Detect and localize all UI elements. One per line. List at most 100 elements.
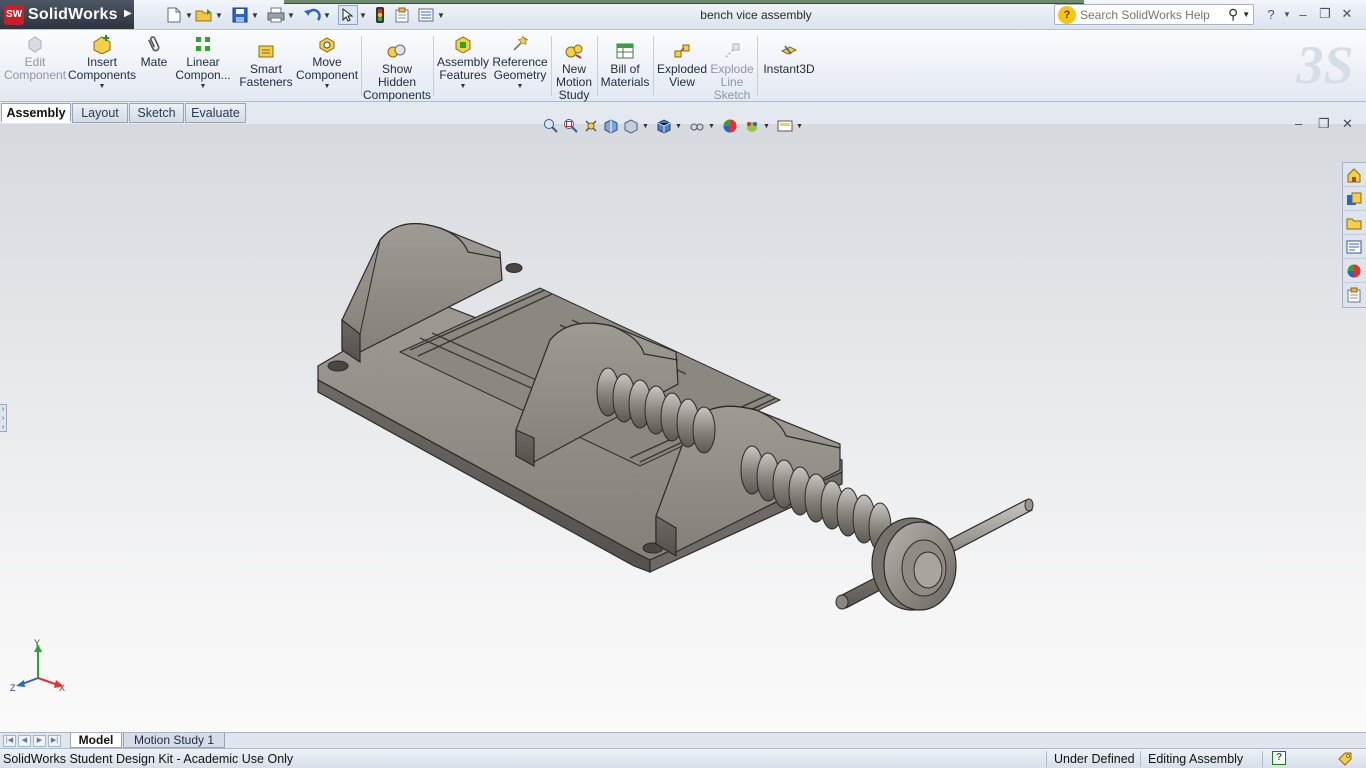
exploded-view-button[interactable]: Exploded View	[656, 34, 708, 89]
instant3d-icon	[779, 41, 799, 61]
file-properties-icon[interactable]	[392, 5, 412, 25]
print-icon[interactable]	[266, 5, 286, 25]
view-settings-dropdown-icon[interactable]: ▼	[795, 123, 804, 130]
new-motion-study-button[interactable]: New Motion Study	[554, 34, 594, 102]
edit-component-button[interactable]: Edit Component	[4, 34, 66, 82]
move-component-dropdown-icon[interactable]: ▼	[324, 83, 331, 90]
restore-icon[interactable]: ❐	[1314, 6, 1336, 22]
zoom-to-area-icon[interactable]	[561, 116, 581, 136]
appearances-scenes-icon[interactable]	[1343, 259, 1365, 283]
help-menu-icon[interactable]: ?	[1260, 7, 1282, 22]
scroll-first-tab-icon[interactable]: |◀	[3, 735, 16, 747]
options-icon[interactable]	[416, 5, 436, 25]
bill-of-materials-button[interactable]: Bill of Materials	[600, 34, 650, 89]
save-icon[interactable]	[230, 5, 250, 25]
viewport-minimize-icon[interactable]: –	[1295, 116, 1302, 131]
options-dropdown-icon[interactable]: ▼	[436, 11, 446, 20]
file-explorer-icon[interactable]	[1343, 211, 1365, 235]
apply-scene-dropdown-icon[interactable]: ▼	[762, 123, 771, 130]
move-component-button[interactable]: Move Component ▼	[296, 34, 358, 90]
smart-fasteners-button[interactable]: Smart Fasteners	[238, 34, 294, 89]
save-dropdown-icon[interactable]: ▼	[250, 11, 260, 20]
insert-components-button[interactable]: Insert Components ▼	[67, 34, 137, 90]
graphics-area[interactable]: ▼ ▼ ▼ ▼ ▼ – ❐ ✕ › › › Y X Z	[0, 116, 1366, 732]
display-style-icon[interactable]	[654, 116, 674, 136]
tab-sketch[interactable]: Sketch	[129, 103, 184, 123]
explode-line-sketch-button[interactable]: Explode Line Sketch	[710, 34, 754, 102]
tab-evaluate[interactable]: Evaluate	[185, 103, 246, 123]
hide-show-dropdown-icon[interactable]: ▼	[707, 123, 716, 130]
scroll-last-tab-icon[interactable]: ▶|	[48, 735, 61, 747]
insert-components-dropdown-icon[interactable]: ▼	[99, 83, 106, 90]
reference-geometry-button[interactable]: Reference Geometry ▼	[492, 34, 548, 90]
print-dropdown-icon[interactable]: ▼	[286, 11, 296, 20]
display-style-dropdown-icon[interactable]: ▼	[674, 123, 683, 130]
model-tabs-bar: |◀ ◀ ▶ ▶| Model Motion Study 1	[0, 732, 1366, 748]
previous-view-icon[interactable]	[581, 116, 601, 136]
tab-assembly[interactable]: Assembly	[1, 103, 71, 123]
linear-component-dropdown-icon[interactable]: ▼	[200, 83, 207, 90]
close-icon[interactable]: ✕	[1336, 6, 1358, 22]
tags-icon[interactable]	[1337, 751, 1353, 767]
section-view-icon[interactable]	[601, 116, 621, 136]
dassault-systemes-logo: 3S	[1296, 35, 1354, 95]
scroll-prev-tab-icon[interactable]: ◀	[18, 735, 31, 747]
hide-show-items-icon[interactable]	[687, 116, 707, 136]
view-orientation-dropdown-icon[interactable]: ▼	[641, 123, 650, 130]
help-search-box: ? ⚲ ▼	[1054, 4, 1254, 25]
document-title: bench vice assembly	[700, 8, 812, 22]
view-palette-icon[interactable]	[1343, 235, 1365, 259]
select-dropdown-icon[interactable]: ▼	[358, 11, 368, 20]
view-orientation-icon[interactable]	[621, 116, 641, 136]
mate-button[interactable]: Mate	[138, 34, 170, 69]
minimize-icon[interactable]: –	[1292, 7, 1314, 22]
undo-dropdown-icon[interactable]: ▼	[322, 11, 332, 20]
feature-manager-toggle-handle[interactable]: › › ›	[0, 404, 7, 432]
search-input[interactable]	[1080, 7, 1226, 22]
toolbar-separator	[433, 36, 434, 96]
edit-appearance-icon[interactable]	[720, 116, 740, 136]
bill-of-materials-label: Bill of Materials	[600, 62, 650, 89]
instant3d-button[interactable]: Instant3D	[762, 34, 816, 76]
open-folder-icon[interactable]	[194, 5, 214, 25]
bench-vice-model[interactable]	[0, 124, 1366, 732]
tab-layout[interactable]: Layout	[72, 103, 128, 123]
assembly-features-button[interactable]: Assembly Features ▼	[436, 34, 490, 90]
assembly-features-dropdown-icon[interactable]: ▼	[460, 83, 467, 90]
undo-icon[interactable]	[302, 5, 322, 25]
open-dropdown-icon[interactable]: ▼	[214, 11, 224, 20]
viewport-close-icon[interactable]: ✕	[1342, 116, 1353, 132]
solidworks-menu-button[interactable]: SW SolidWorks ▶	[0, 0, 134, 29]
help-question-icon: ?	[1058, 5, 1076, 24]
tab-model[interactable]: Model	[70, 733, 122, 748]
explode-line-sketch-label: Explode Line Sketch	[710, 62, 754, 102]
reference-geometry-dropdown-icon[interactable]: ▼	[517, 83, 524, 90]
move-component-label: Move Component	[295, 55, 359, 82]
new-document-icon[interactable]	[164, 5, 184, 25]
quick-tips-help-icon[interactable]: ?	[1272, 751, 1286, 765]
rebuild-traffic-light-icon[interactable]	[370, 5, 390, 25]
insert-components-label: Insert Components	[67, 55, 137, 82]
custom-properties-icon[interactable]	[1343, 283, 1365, 307]
help-dropdown-icon[interactable]: ▼	[1282, 10, 1292, 19]
linear-component-pattern-button[interactable]: Linear Compon... ▼	[174, 34, 232, 90]
scroll-next-tab-icon[interactable]: ▶	[33, 735, 46, 747]
new-dropdown-icon[interactable]: ▼	[184, 11, 194, 20]
design-library-icon[interactable]	[1343, 187, 1365, 211]
search-icon[interactable]: ⚲	[1228, 6, 1238, 23]
zoom-to-fit-icon[interactable]	[541, 116, 561, 136]
select-arrow-icon[interactable]	[338, 5, 358, 25]
show-hidden-components-icon	[387, 41, 407, 61]
app-name: SolidWorks	[28, 5, 118, 23]
solidworks-resources-home-icon[interactable]	[1343, 163, 1365, 187]
motion-study-icon	[564, 41, 584, 61]
title-bar: SW SolidWorks ▶ ▼ ▼ ▼ ▼ ▼ ▼ ▼ bench vice…	[0, 0, 1366, 30]
view-settings-icon[interactable]	[775, 116, 795, 136]
viewport-restore-icon[interactable]: ❐	[1318, 116, 1330, 132]
show-hidden-components-button[interactable]: Show Hidden Components	[363, 34, 431, 102]
apply-scene-icon[interactable]	[742, 116, 762, 136]
instant3d-label: Instant3D	[763, 62, 815, 76]
edit-component-icon	[25, 34, 45, 54]
search-dropdown-icon[interactable]: ▼	[1242, 10, 1250, 19]
tab-motion-study-1[interactable]: Motion Study 1	[123, 733, 225, 748]
